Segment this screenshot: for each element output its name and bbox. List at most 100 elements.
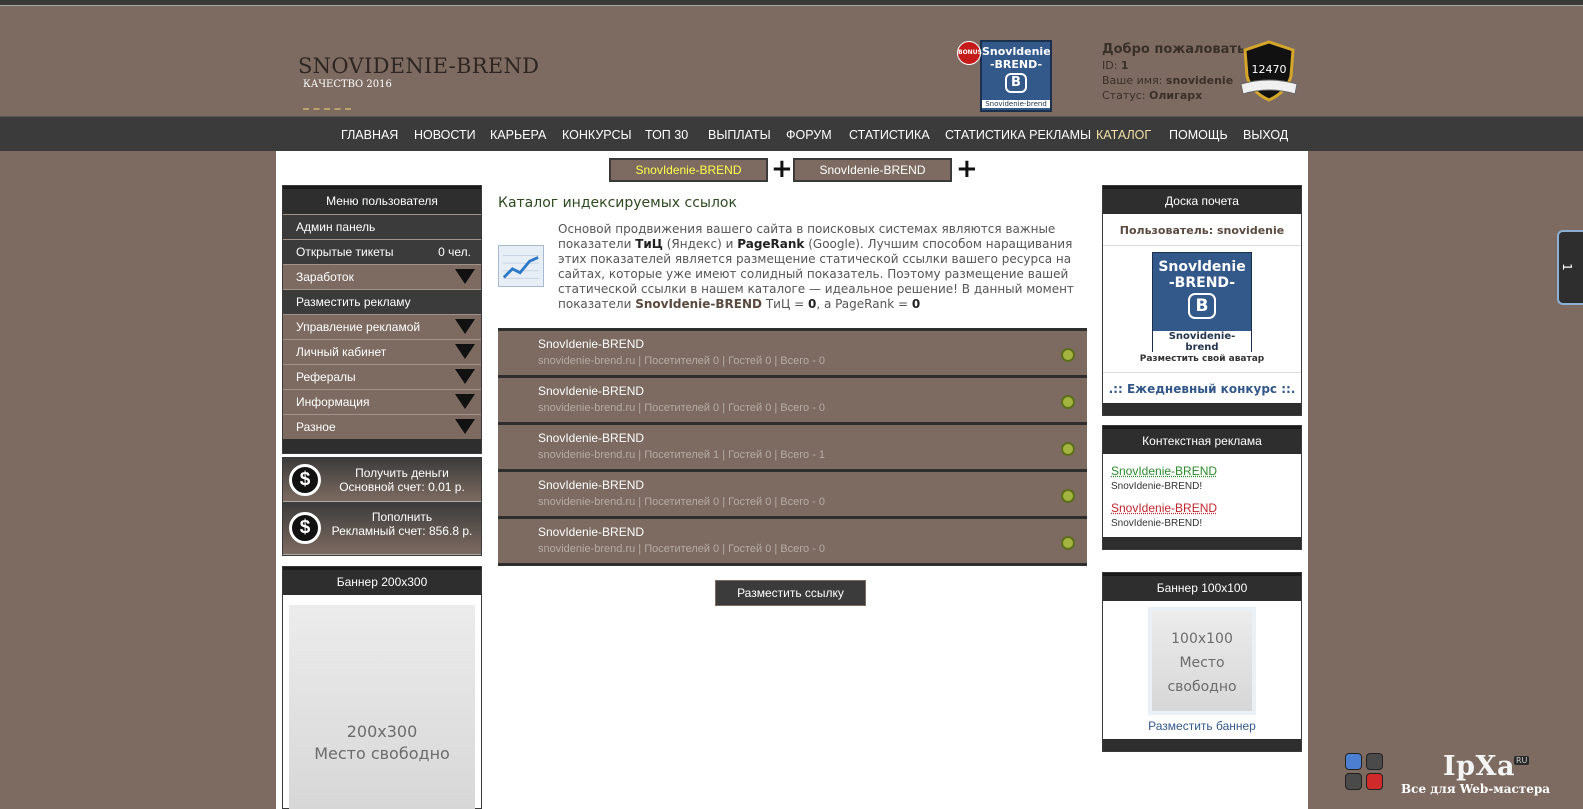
catalog-row: SnovIdenie-BREND snovidenie-brend.ru | По… xyxy=(498,375,1087,422)
place-avatar-link[interactable]: Разместить свой аватар xyxy=(1103,354,1301,373)
main-nav-bar: ГЛАВНАЯ НОВОСТИ КАРЬЕРА КОНКУРСЫ ТОП 30 ВЫПЛА… xyxy=(0,116,1583,151)
nav-item-6[interactable]: ФОРУМ xyxy=(786,128,832,142)
ipxa-tagline: Все для Web-мастера xyxy=(1401,782,1551,796)
plus-icon[interactable]: + xyxy=(956,156,978,182)
catalog-row: SnovIdenie-BREND snovidenie-brend.ru | По… xyxy=(498,516,1087,563)
nav-item-10[interactable]: ПОМОЩЬ xyxy=(1169,128,1228,142)
ipxa-logo[interactable]: IpXa RU Все для Web-мастера xyxy=(1345,751,1550,803)
main-nav: ГЛАВНАЯ НОВОСТИ КАРЬЕРА КОНКУРСЫ ТОП 30 ВЫПЛА… xyxy=(0,117,1583,152)
daily-contest-link[interactable]: .:: Ежедневный конкурс ::. xyxy=(1103,373,1301,403)
logo-square-icon xyxy=(1366,773,1383,790)
context-ads-title: Контекстная реклама xyxy=(1103,426,1301,454)
nav-item-4[interactable]: ТОП 30 xyxy=(645,128,688,142)
plus-icon[interactable]: + xyxy=(771,156,793,182)
shield-value: 12470 xyxy=(1252,63,1287,76)
catalog-row-name[interactable]: SnovIdenie-BREND xyxy=(538,478,644,492)
honor-avatar[interactable]: Snovldenie -BREND- B Snovidenie-brend xyxy=(1152,252,1252,353)
context-ad-link[interactable]: SnovIdenie-BREND xyxy=(1111,501,1293,515)
catalog-row-name[interactable]: SnovIdenie-BREND xyxy=(538,525,644,539)
site-logo-subtitle: КАЧЕСТВО 2016 xyxy=(303,79,392,90)
context-ad-link[interactable]: SnovIdenie-BREND xyxy=(1111,464,1293,478)
context-ad-text: SnovIdenie-BREND! xyxy=(1111,481,1203,492)
sidebar-item-1[interactable]: Открытые тикеты 0 чел. xyxy=(283,239,481,264)
banner-100x100-panel: Баннер 100x100 100x100 Место свободно Ра… xyxy=(1102,572,1302,752)
catalog-row: SnovIdenie-BREND snovidenie-brend.ru | По… xyxy=(498,422,1087,469)
catalog-description: Основой продвижения вашего сайта в поиск… xyxy=(558,222,1074,311)
gear-status-icon[interactable] xyxy=(1061,442,1075,456)
logo-decoration xyxy=(303,108,351,110)
gear-status-icon[interactable] xyxy=(1061,395,1075,409)
nav-item-11[interactable]: ВЫХОД xyxy=(1243,128,1288,142)
sidebar-item-0[interactable]: Админ панель xyxy=(283,214,481,239)
sidebar-item-7[interactable]: Информация xyxy=(283,389,481,414)
sidebar-item-label: Управление рекламой xyxy=(296,320,421,334)
catalog-row-name[interactable]: SnovIdenie-BREND xyxy=(538,337,644,351)
panel-footer xyxy=(1103,739,1301,751)
sidebar-item-8[interactable]: Разное xyxy=(283,414,481,439)
side-feedback-tab[interactable]: 1 xyxy=(1557,230,1583,305)
catalog-row-stats: snovidenie-brend.ru | Посетителей 0 | Го… xyxy=(538,402,826,414)
expand-triangle-icon[interactable] xyxy=(455,319,475,334)
sidebar-item-label: Информация xyxy=(296,395,370,409)
expand-triangle-icon[interactable] xyxy=(455,344,475,359)
catalog-list-footer xyxy=(498,563,1087,566)
expand-triangle-icon[interactable] xyxy=(455,419,475,434)
vk-group-logo[interactable]: Snovldenie -BREND- B Snovidenie-brend xyxy=(980,40,1052,112)
user-menu-panel: Меню пользователя Админ панель Открытые т… xyxy=(282,185,482,454)
welcome-block: Добро пожаловать ID: 1 Ваше имя: snovide… xyxy=(1102,42,1245,103)
place-link-button[interactable]: Разместить ссылку xyxy=(715,580,866,606)
user-menu-title: Меню пользователя xyxy=(283,186,481,214)
nav-item-8[interactable]: СТАТИСТИКА РЕКЛАМЫ xyxy=(945,128,1091,142)
sidebar-item-2[interactable]: Заработок xyxy=(283,264,481,289)
banner-100x100-placeholder[interactable]: 100x100 Место свободно xyxy=(1148,607,1256,715)
catalog-row-stats: snovidenie-brend.ru | Посетителей 1 | Го… xyxy=(538,449,826,461)
sidebar-item-4[interactable]: Управление рекламой xyxy=(283,314,481,339)
gear-status-icon[interactable] xyxy=(1061,348,1075,362)
sidebar-item-label: Разное xyxy=(296,420,336,434)
catalog-row-stats: snovidenie-brend.ru | Посетителей 0 | Го… xyxy=(538,543,826,555)
expand-triangle-icon[interactable] xyxy=(455,369,475,384)
context-ads-list: SnovIdenie-BREND SnovIdenie-BREND! SnovI… xyxy=(1103,454,1301,537)
sidebar-item-count: 0 чел. xyxy=(438,245,471,259)
banner-200x300-placeholder[interactable]: 200x300 Место свободно xyxy=(289,605,475,809)
get-money-button[interactable]: $ Получить деньги Основной счет: 0.01 р. xyxy=(283,458,481,502)
chart-icon xyxy=(498,245,544,287)
vk-logo-line3: Snovidenie-brend xyxy=(982,100,1050,108)
user-name-line: Ваше имя: snovidenie xyxy=(1102,74,1234,87)
nav-item-3[interactable]: КОНКУРСЫ xyxy=(562,128,632,142)
sidebar-item-label: Админ панель xyxy=(296,220,376,234)
nav-item-7[interactable]: СТАТИСТИКА xyxy=(849,128,930,142)
panel-footer xyxy=(1103,403,1301,415)
top-border xyxy=(0,0,1583,6)
catalog-row-name[interactable]: SnovIdenie-BREND xyxy=(538,431,644,445)
expand-triangle-icon[interactable] xyxy=(455,394,475,409)
user-status-line: Статус: Олигарх xyxy=(1102,89,1203,102)
context-ads-panel: Контекстная реклама SnovIdenie-BREND Sno… xyxy=(1102,425,1302,550)
gear-status-icon[interactable] xyxy=(1061,489,1075,503)
nav-item-5[interactable]: ВЫПЛАТЫ xyxy=(708,128,771,142)
topup-text: Пополнить Рекламный счет: 856.8 р. xyxy=(331,510,473,538)
nav-item-1[interactable]: НОВОСТИ xyxy=(414,128,476,142)
gear-status-icon[interactable] xyxy=(1061,536,1075,550)
sidebar-item-label: Рефералы xyxy=(296,370,356,384)
top-tab-1[interactable]: SnovIdenie-BREND xyxy=(609,158,768,182)
top-tab-2[interactable]: SnovIdenie-BREND xyxy=(793,158,952,182)
sidebar-item-6[interactable]: Рефералы xyxy=(283,364,481,389)
nav-item-0[interactable]: ГЛАВНАЯ xyxy=(341,128,398,142)
expand-triangle-icon[interactable] xyxy=(455,269,475,284)
nav-item-2[interactable]: КАРЬЕРА xyxy=(490,128,546,142)
topup-button[interactable]: $ Пополнить Рекламный счет: 856.8 р. xyxy=(283,502,481,555)
site-logo-title[interactable]: SNOVIDENIE-BREND xyxy=(298,54,539,78)
sidebar-item-5[interactable]: Личный кабинет xyxy=(283,339,481,364)
banner-200x300-panel: Баннер 200x300 200x300 Место свободно xyxy=(282,566,482,809)
bonus-badge[interactable]: BONUS xyxy=(957,41,982,65)
context-ad-text: SnovIdenie-BREND! xyxy=(1111,518,1203,529)
place-banner-link[interactable]: Разместить баннер xyxy=(1103,715,1301,739)
catalog-row: SnovIdenie-BREND snovidenie-brend.ru | По… xyxy=(498,328,1087,375)
honor-user[interactable]: Пользователь: snovidenie xyxy=(1103,214,1301,246)
catalog-row: SnovIdenie-BREND snovidenie-brend.ru | По… xyxy=(498,469,1087,516)
sidebar-item-3[interactable]: Разместить рекламу xyxy=(283,289,481,314)
nav-item-9[interactable]: КАТАЛОГ xyxy=(1096,128,1151,142)
honor-board-panel: Доска почета Пользователь: snovidenie Sn… xyxy=(1102,185,1302,416)
catalog-row-name[interactable]: SnovIdenie-BREND xyxy=(538,384,644,398)
